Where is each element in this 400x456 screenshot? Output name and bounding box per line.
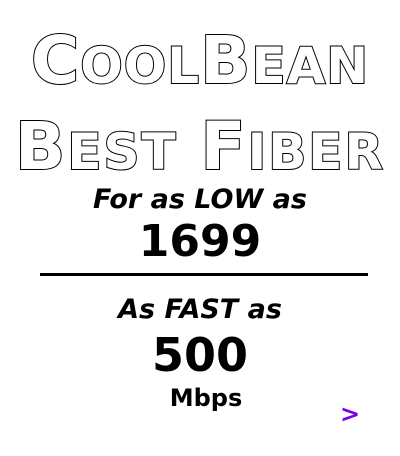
product-letters-iber: IBER bbox=[247, 123, 385, 181]
product-letter-f: F bbox=[199, 108, 248, 185]
fast-speed-label: As FAST as bbox=[118, 294, 282, 325]
product-title: BEST FIBER bbox=[0, 113, 400, 181]
brand-letter-c: C bbox=[30, 22, 81, 99]
brand-title: COOLBEAN bbox=[0, 27, 400, 95]
low-price-label: For as LOW as bbox=[93, 184, 307, 215]
product-letters-est: EST bbox=[66, 123, 178, 181]
divider-line bbox=[40, 273, 368, 276]
brand-letter-b: B bbox=[199, 22, 252, 99]
brand-letters-ean: EAN bbox=[250, 37, 370, 95]
fast-speed-value: 500 bbox=[151, 328, 249, 382]
product-letter-b: B bbox=[14, 108, 68, 185]
brand-letters-ool: OOL bbox=[79, 37, 201, 95]
low-price-value: 1699 bbox=[138, 216, 262, 267]
next-arrow-button[interactable]: > bbox=[338, 400, 362, 428]
fiber-ad-banner[interactable]: COOLBEAN BEST FIBER For as LOW as 1699 A… bbox=[0, 0, 400, 456]
chevron-right-icon: > bbox=[339, 400, 361, 428]
